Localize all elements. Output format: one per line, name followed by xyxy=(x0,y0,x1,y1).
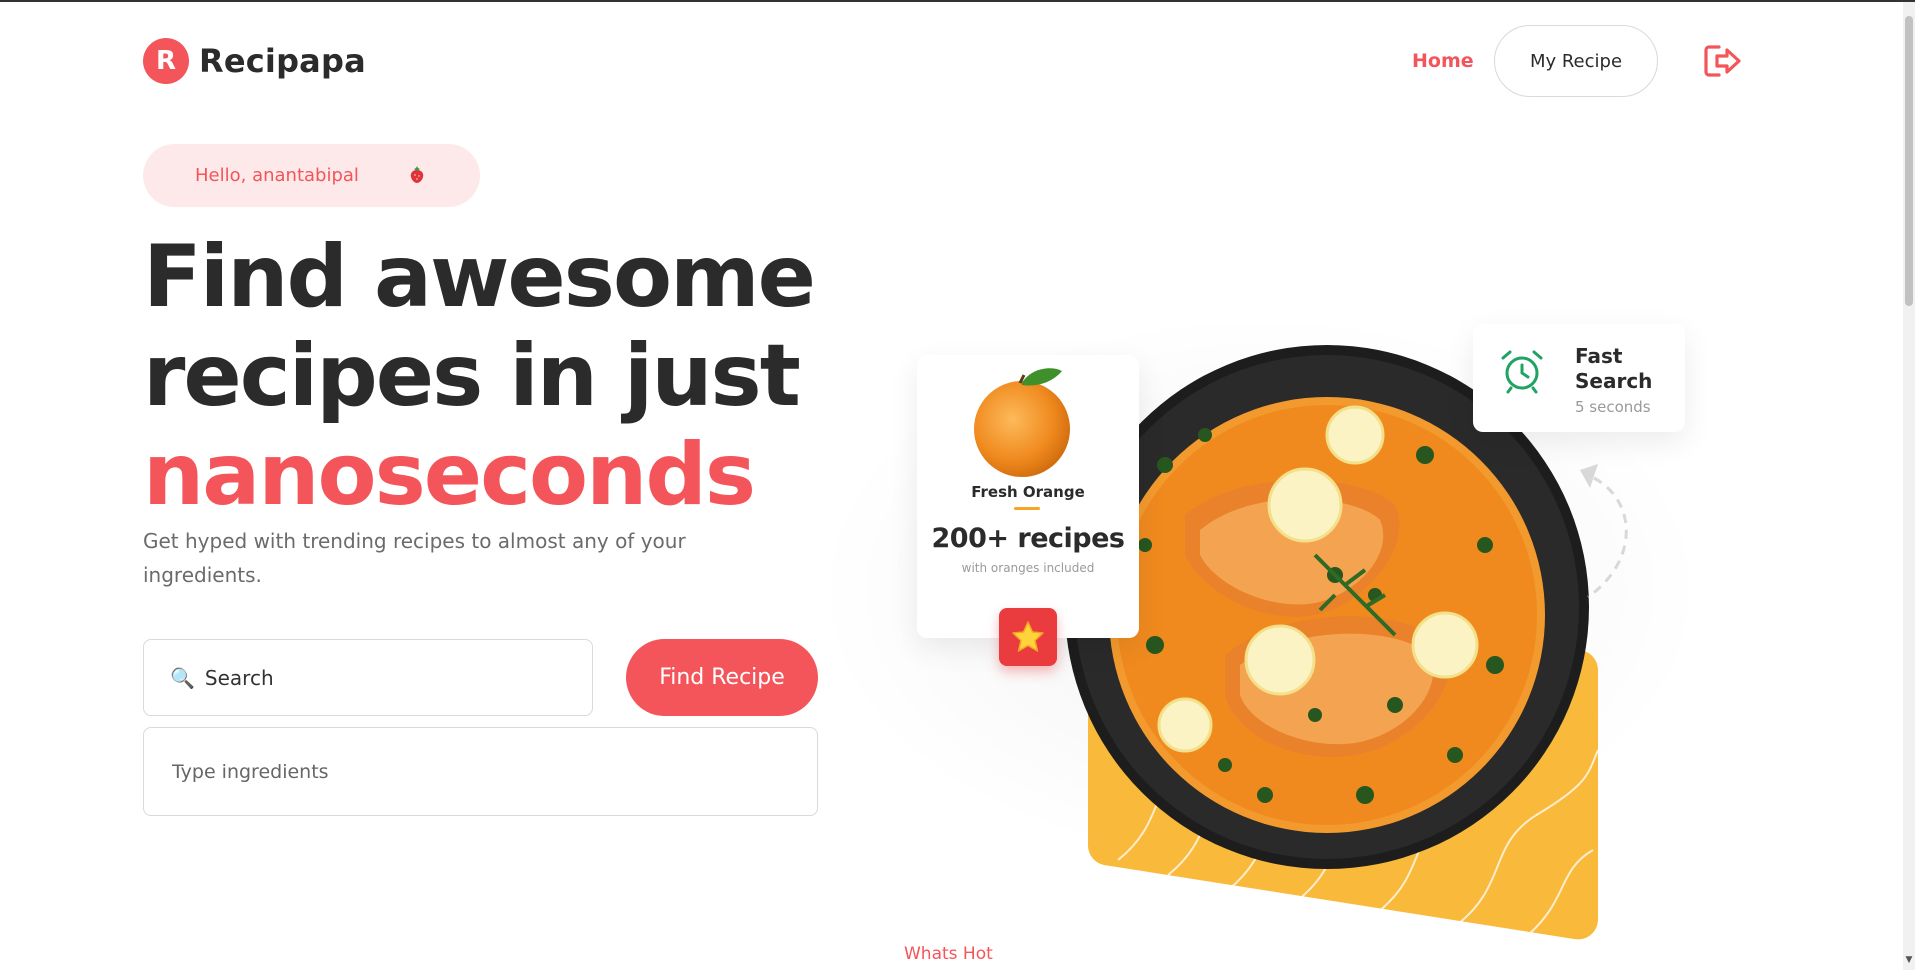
logo-mark: R xyxy=(143,38,189,84)
whats-hot-heading: Whats Hot xyxy=(904,944,993,964)
brand-logo[interactable]: R Recipapa xyxy=(143,38,366,84)
ingredients-input[interactable] xyxy=(170,759,794,784)
find-recipe-button[interactable]: Find Recipe xyxy=(626,639,818,716)
window-top-border xyxy=(0,0,1915,2)
brand-name: Recipapa xyxy=(199,42,366,80)
orange-card-subtitle: with oranges included xyxy=(961,561,1095,575)
fast-search-subtitle: 5 seconds xyxy=(1575,398,1651,416)
nav-home-link[interactable]: Home xyxy=(1412,50,1474,72)
greeting-badge: Hello, anantabipal xyxy=(143,144,480,207)
page-scrollbar[interactable]: ▼ xyxy=(1903,2,1915,970)
fast-search-card[interactable]: Fast Search 5 seconds xyxy=(1473,324,1685,432)
star-badge[interactable] xyxy=(999,608,1057,666)
dashed-arrow-icon xyxy=(1580,464,1628,599)
headline-line-1: Find awesome xyxy=(143,227,816,327)
ingredients-box[interactable] xyxy=(143,727,818,816)
orange-card-underline xyxy=(1014,507,1040,510)
logout-icon[interactable] xyxy=(1703,43,1743,79)
orange-icon xyxy=(974,368,1070,477)
strawberry-icon xyxy=(410,166,424,183)
star-icon xyxy=(1012,621,1044,652)
nav-my-recipe-button[interactable]: My Recipe xyxy=(1494,25,1658,97)
fast-search-title: Fast Search xyxy=(1575,344,1653,393)
logo-letter: R xyxy=(155,46,177,76)
hero-subtitle: Get hyped with trending recipes to almos… xyxy=(143,529,686,587)
orange-card-title: Fresh Orange xyxy=(971,483,1085,501)
greeting-text: Hello, anantabipal xyxy=(195,165,359,186)
search-input[interactable] xyxy=(202,664,567,691)
orange-card-count: 200+ recipes xyxy=(931,523,1125,554)
hero-headline: Find awesome recipes in just nanoseconds xyxy=(143,227,816,525)
search-icon: 🔍 xyxy=(170,665,195,690)
scroll-down-arrow-icon[interactable]: ▼ xyxy=(1903,952,1915,968)
headline-line-2: recipes in just xyxy=(143,326,801,426)
scrollbar-thumb[interactable] xyxy=(1905,16,1913,306)
fresh-orange-card[interactable]: Fresh Orange 200+ recipes with oranges i… xyxy=(917,355,1139,666)
alarm-clock-icon xyxy=(1501,350,1543,394)
search-box[interactable]: 🔍 xyxy=(143,639,593,716)
headline-accent: nanoseconds xyxy=(143,425,756,525)
